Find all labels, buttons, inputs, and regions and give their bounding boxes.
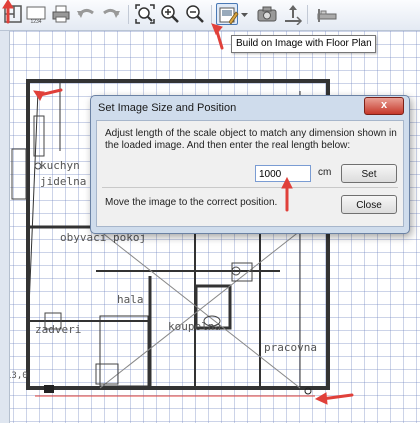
- redo-icon[interactable]: [100, 3, 122, 25]
- close-button[interactable]: Close: [341, 195, 397, 214]
- bed-icon[interactable]: [316, 3, 338, 25]
- room-label-entrance: zadveri: [35, 323, 82, 336]
- close-icon: x: [380, 99, 388, 111]
- length-input[interactable]: 1000: [255, 165, 311, 182]
- keypad-icon[interactable]: 1234: [25, 3, 47, 25]
- dialog-instructions: Adjust length of the scale object to mat…: [105, 128, 397, 151]
- dialog-divider: [102, 187, 398, 188]
- dropdown-arrow-icon[interactable]: [240, 3, 249, 25]
- zoom-out-icon[interactable]: [184, 3, 206, 25]
- scale-handle-left: [44, 385, 54, 393]
- build-on-image-icon[interactable]: [216, 3, 239, 25]
- toolbar-separator: [211, 5, 212, 24]
- staircase: [99, 315, 149, 387]
- set-image-size-dialog: Set Image Size and Position x Adjust len…: [90, 95, 410, 234]
- room-label-dining: jidelna: [40, 175, 87, 188]
- dining-table: [11, 148, 27, 200]
- move-instructions: Move the image to the correct position.: [105, 197, 278, 208]
- toolbar-separator: [307, 5, 308, 24]
- floorplan-icon[interactable]: [2, 3, 24, 25]
- vertical-ruler[interactable]: [0, 31, 10, 423]
- toolbar: 1234: [0, 0, 420, 31]
- room-label-hall: hala: [117, 293, 144, 306]
- room-label-study: pracovna: [264, 341, 317, 354]
- build-on-image-tooltip: Build on Image with Floor Plan: [231, 35, 376, 53]
- toolbar-separator: [128, 5, 129, 24]
- stairs-landing: [95, 363, 119, 385]
- camera-icon[interactable]: [256, 3, 278, 25]
- zoom-in-icon[interactable]: [159, 3, 181, 25]
- room-label-kitchen: kuchyn: [40, 159, 80, 172]
- keypad-label: 1234: [30, 19, 41, 25]
- dialog-close-x-button[interactable]: x: [364, 97, 404, 115]
- zoom-fit-icon[interactable]: [134, 3, 156, 25]
- printer-icon[interactable]: [50, 3, 72, 25]
- unit-label: cm: [318, 167, 332, 178]
- move-icon[interactable]: [282, 3, 304, 26]
- dialog-body: Adjust length of the scale object to mat…: [96, 120, 404, 227]
- set-button[interactable]: Set: [341, 164, 397, 183]
- dialog-title: Set Image Size and Position: [98, 102, 237, 114]
- room-label-bathroom: koupelna: [168, 320, 221, 333]
- undo-icon[interactable]: [75, 3, 97, 25]
